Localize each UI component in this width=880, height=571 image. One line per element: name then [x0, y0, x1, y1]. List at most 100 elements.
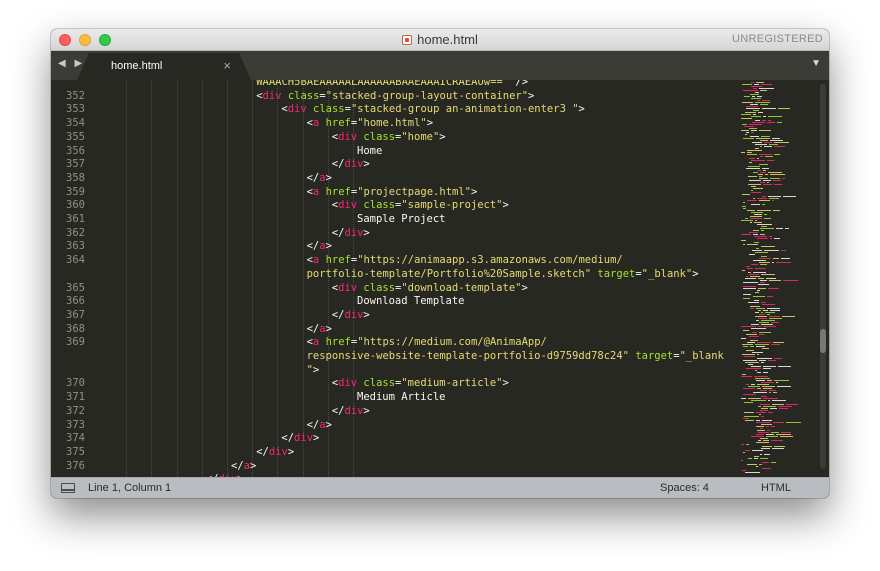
- minimap-segment: [753, 230, 759, 231]
- minimap-segment: [759, 464, 762, 465]
- minimap-segment: [766, 436, 778, 437]
- minimap-segment: [786, 404, 798, 405]
- minimap-segment: [760, 280, 767, 281]
- cursor-position[interactable]: Line 1, Column 1: [88, 482, 171, 494]
- minimap-segment: [759, 334, 764, 335]
- minimap-segment: [770, 238, 772, 239]
- minimap-segment: [773, 210, 780, 211]
- minimap-segment: [745, 218, 748, 219]
- code-editor[interactable]: 352 353 354 355 356 357 358 359 360 361 362 363 364 3…: [51, 80, 829, 477]
- minimap-segment: [762, 468, 771, 469]
- minimap-segment: [772, 400, 786, 401]
- code-line: </div>: [332, 405, 370, 417]
- minimap-segment: [751, 86, 762, 87]
- minimap-segment: [742, 194, 750, 195]
- minimap-segment: [751, 130, 757, 131]
- scrollbar-thumb[interactable]: [820, 329, 826, 353]
- code-token: Download Template: [357, 295, 465, 308]
- minimap-segment: [747, 342, 755, 343]
- minimap-segment: [761, 84, 772, 85]
- minimap-segment: [763, 310, 768, 311]
- code-token: div: [338, 199, 358, 212]
- chevron-down-icon[interactable]: ▼: [811, 58, 821, 69]
- code-line: Sample Project: [357, 213, 446, 225]
- line-number: 358: [66, 171, 85, 184]
- minimap-segment: [751, 82, 754, 83]
- close-icon[interactable]: ×: [223, 58, 231, 73]
- code-area[interactable]: WAAACH5BAEAAAAALAAAAAABAAEAAAICRAEAOw=="…: [103, 80, 738, 477]
- code-token: Home: [357, 144, 383, 157]
- tab-label: home.html: [111, 60, 163, 72]
- minimap-segment: [749, 158, 755, 159]
- minimap-segment: [745, 362, 759, 363]
- minimap-segment: [760, 390, 767, 391]
- vertical-scrollbar[interactable]: [820, 84, 826, 469]
- minimap-segment: [759, 360, 766, 361]
- minimap-segment: [751, 324, 759, 325]
- minimap-segment: [764, 214, 767, 215]
- line-number: 355: [66, 130, 85, 143]
- code-token: div: [268, 445, 288, 458]
- minimap-segment: [762, 120, 766, 121]
- minimap-segment: [755, 102, 770, 103]
- minimap-segment: [751, 264, 758, 265]
- minimap-segment: [769, 390, 776, 391]
- minimap-segment: [778, 366, 791, 367]
- minimap-segment: [755, 148, 759, 149]
- syntax-selector[interactable]: HTML: [761, 482, 791, 494]
- minimap-segment: [759, 130, 771, 131]
- tab-home-html[interactable]: home.html ×: [77, 53, 251, 80]
- minimap-segment: [753, 198, 755, 199]
- minimap-segment: [759, 88, 774, 89]
- minimap-segment: [746, 168, 760, 169]
- indentation-setting[interactable]: Spaces: 4: [660, 482, 709, 494]
- code-token: href: [325, 254, 351, 267]
- line-number: 357: [66, 158, 85, 171]
- minimap-segment: [751, 204, 760, 205]
- minimap-segment: [742, 374, 746, 375]
- minimap-segment: [759, 414, 761, 415]
- code-token: portfolio-template/Portfolio%20Sample.sk…: [306, 267, 592, 280]
- minimap-segment: [774, 154, 780, 155]
- minimap-segment: [757, 198, 767, 199]
- code-line: </a>: [307, 323, 332, 335]
- panel-toggle-icon[interactable]: [61, 483, 75, 493]
- minimap-segment: [747, 268, 753, 269]
- minimap-segment: [769, 236, 772, 237]
- code-token: "stacked-group-layout-container": [325, 89, 529, 102]
- html-file-icon: [402, 35, 413, 45]
- minimap[interactable]: [739, 80, 817, 477]
- minimap-segment: [761, 416, 764, 417]
- minimap-segment: [747, 244, 758, 245]
- minimap-segment: [750, 94, 759, 95]
- minimap-segment: [761, 424, 772, 425]
- line-number: 367: [66, 308, 85, 321]
- minimap-segment: [773, 342, 784, 343]
- code-token: </: [306, 240, 320, 253]
- minimap-segment: [748, 176, 757, 177]
- minimap-segment: [761, 136, 770, 137]
- code-token: "projectpage.html": [357, 185, 471, 198]
- minimap-segment: [743, 452, 745, 453]
- minimap-segment: [754, 300, 759, 301]
- minimap-segment: [773, 180, 781, 181]
- minimap-segment: [749, 232, 758, 233]
- code-token: >: [426, 117, 434, 130]
- code-token: >: [502, 199, 509, 212]
- minimap-segment: [763, 440, 769, 441]
- minimap-segment: [745, 420, 754, 421]
- minimap-segment: [774, 238, 780, 239]
- minimap-segment: [741, 240, 746, 241]
- minimap-segment: [759, 332, 771, 333]
- minimap-segment: [771, 344, 780, 345]
- minimap-segment: [764, 146, 772, 147]
- minimap-segment: [767, 380, 772, 381]
- minimap-segment: [758, 278, 764, 279]
- minimap-segment: [758, 284, 769, 285]
- code-token: </: [331, 158, 345, 171]
- minimap-segment: [750, 276, 760, 277]
- minimap-segment: [763, 116, 766, 117]
- line-number: 374: [66, 432, 85, 445]
- tab-bar: ◀ ▶ home.html × ▼: [51, 51, 829, 80]
- indent-guide: [227, 80, 228, 477]
